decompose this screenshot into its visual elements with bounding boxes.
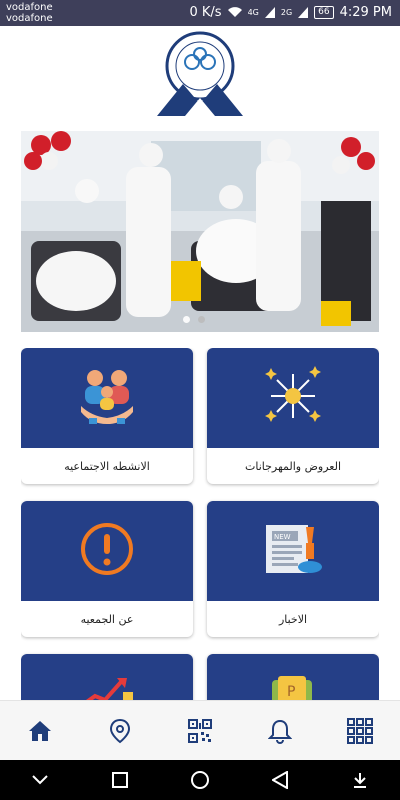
- sys-recents-button[interactable]: [105, 765, 135, 795]
- back-triangle-icon: [272, 771, 288, 789]
- grid-menu-icon: [347, 718, 373, 744]
- carousel-dot-active[interactable]: [183, 316, 190, 323]
- circle-home-icon: [191, 771, 209, 789]
- services-grid: الانشطه الاجتماعيه العروض والمهرجانات عن…: [21, 348, 379, 700]
- qr-code-icon: [188, 719, 212, 743]
- nav-location[interactable]: [100, 711, 140, 751]
- card-label: الانشطه الاجتماعيه: [64, 459, 150, 473]
- card-social-activities[interactable]: الانشطه الاجتماعيه: [21, 348, 193, 484]
- nav-home[interactable]: [20, 711, 60, 751]
- nav-menu[interactable]: [340, 711, 380, 751]
- net-speed: 0 K/s: [189, 5, 222, 20]
- signal-icon: [298, 7, 309, 18]
- sys-notification-pull-button[interactable]: [345, 765, 375, 795]
- fireworks-icon: [263, 366, 323, 430]
- sys-collapse-button[interactable]: [25, 765, 55, 795]
- growth-chart-icon: [77, 672, 137, 700]
- carousel-dot[interactable]: [198, 316, 205, 323]
- location-icon: [109, 718, 131, 744]
- wifi-icon: [227, 7, 242, 18]
- carrier-2: vodafone: [6, 13, 53, 24]
- exclamation-icon: [79, 521, 135, 581]
- bottom-navigation: [0, 700, 400, 761]
- svg-text:NEW: NEW: [274, 533, 291, 541]
- signal-2-label: 2G: [280, 8, 293, 17]
- newspaper-icon: NEW: [262, 519, 324, 583]
- carrier-1: vodafone: [6, 2, 53, 13]
- chevron-down-icon: [32, 775, 48, 785]
- card-label: العروض والمهرجانات: [244, 459, 342, 473]
- recents-icon: [112, 772, 128, 788]
- system-navigation-bar: [0, 760, 400, 800]
- battery-level: 66: [314, 6, 334, 19]
- card-news[interactable]: NEW الاخبار: [207, 501, 379, 637]
- banner-photo: [21, 131, 379, 332]
- card-label: عن الجمعيه: [80, 612, 134, 626]
- card-offers-festivals[interactable]: العروض والمهرجانات: [207, 348, 379, 484]
- card-wallet[interactable]: P: [207, 654, 379, 700]
- wallet-icon: P: [268, 672, 318, 700]
- family-hands-icon: [77, 366, 137, 430]
- card-statistics[interactable]: [21, 654, 193, 700]
- carrier-info: vodafone vodafone: [6, 2, 53, 24]
- nav-notifications[interactable]: [260, 711, 300, 751]
- signal-icon: [264, 7, 275, 18]
- clock: 4:29 PM: [339, 5, 392, 20]
- organization-logo: [155, 30, 245, 118]
- svg-text:P: P: [287, 684, 295, 700]
- home-icon: [29, 721, 51, 741]
- carousel-indicators: [183, 316, 205, 323]
- sys-home-button[interactable]: [185, 765, 215, 795]
- signal-1-label: 4G: [247, 8, 259, 17]
- bell-icon: [268, 719, 292, 744]
- banner-carousel[interactable]: [21, 131, 379, 332]
- sys-back-button[interactable]: [265, 765, 295, 795]
- nav-qr-scan[interactable]: [180, 711, 220, 751]
- status-bar: vodafone vodafone 0 K/s 4G 2G 66 4:29 PM: [0, 0, 400, 26]
- card-about-association[interactable]: عن الجمعيه: [21, 501, 193, 637]
- card-label: الاخبار: [278, 612, 308, 626]
- pull-down-icon: [354, 773, 366, 788]
- status-indicators: 0 K/s 4G 2G 66 4:29 PM: [189, 5, 392, 20]
